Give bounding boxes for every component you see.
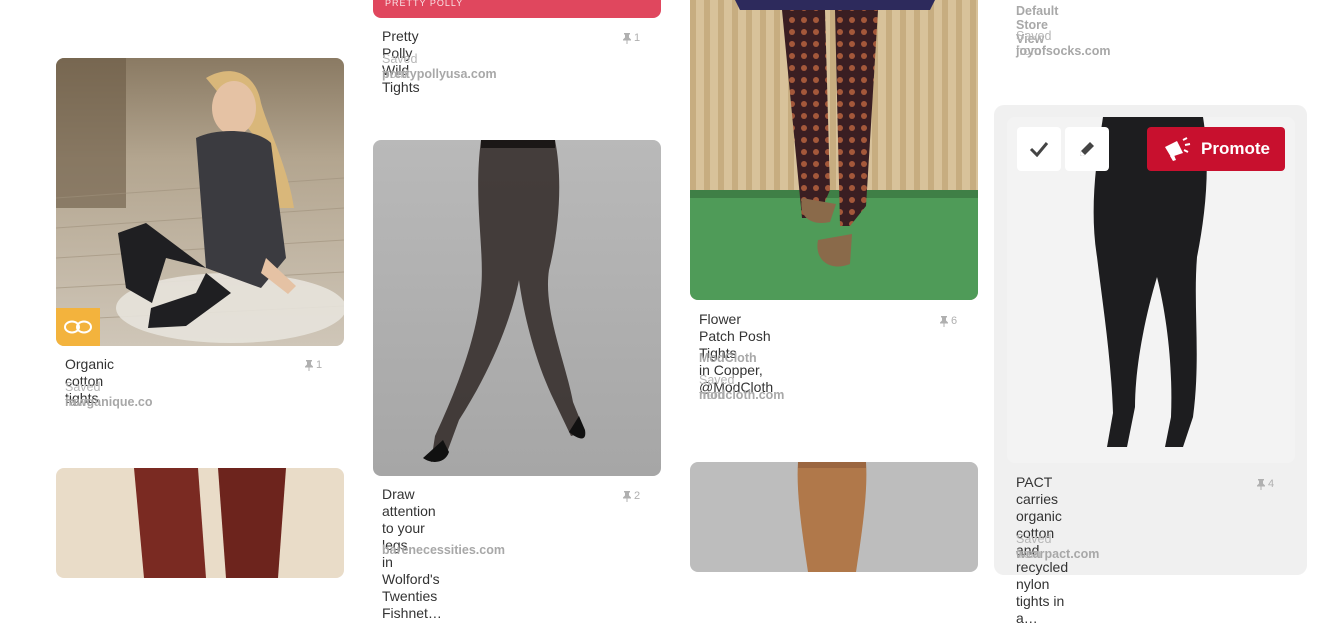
pin-icon xyxy=(940,315,948,327)
source-link[interactable]: barenecessities.com xyxy=(382,543,505,558)
pin-image-polly[interactable]: PRETTY POLLY xyxy=(373,0,661,18)
megaphone-icon xyxy=(1165,137,1191,161)
pin-source-name[interactable]: ModCloth xyxy=(699,351,757,366)
source-link[interactable]: modcloth.com xyxy=(699,388,784,403)
pin-image-nude-tights[interactable] xyxy=(690,462,978,572)
repin-count: 2 xyxy=(623,490,640,502)
repin-count: 6 xyxy=(940,315,957,327)
repin-count: 4 xyxy=(1257,478,1274,490)
source-link[interactable]: rawganique.co xyxy=(65,395,153,410)
repin-count: 1 xyxy=(305,359,322,371)
promote-button[interactable]: Promote xyxy=(1147,127,1285,171)
repin-count: 1 xyxy=(623,32,640,44)
edit-button[interactable] xyxy=(1065,127,1109,171)
pin-icon xyxy=(623,32,631,44)
source-link[interactable]: prettypollyusa.com xyxy=(382,67,497,82)
polly-banner-text: PRETTY POLLY xyxy=(385,0,464,8)
pin-icon xyxy=(623,490,631,502)
pencil-icon xyxy=(1080,142,1094,156)
pin-image-wolford[interactable] xyxy=(373,140,661,476)
pin-image-organic[interactable] xyxy=(56,58,344,346)
source-link[interactable]: wearpact.com xyxy=(1016,547,1099,562)
brand-badge-icon xyxy=(56,308,100,346)
source-link[interactable]: joyofsocks.com xyxy=(1016,44,1110,59)
pin-icon xyxy=(1257,478,1265,490)
check-icon xyxy=(1029,142,1049,157)
pin-icon xyxy=(305,359,313,371)
promote-label: Promote xyxy=(1201,139,1270,158)
pin-image-red-tights[interactable] xyxy=(56,468,344,578)
select-button[interactable] xyxy=(1017,127,1061,171)
pin-image-flower[interactable] xyxy=(690,0,978,300)
